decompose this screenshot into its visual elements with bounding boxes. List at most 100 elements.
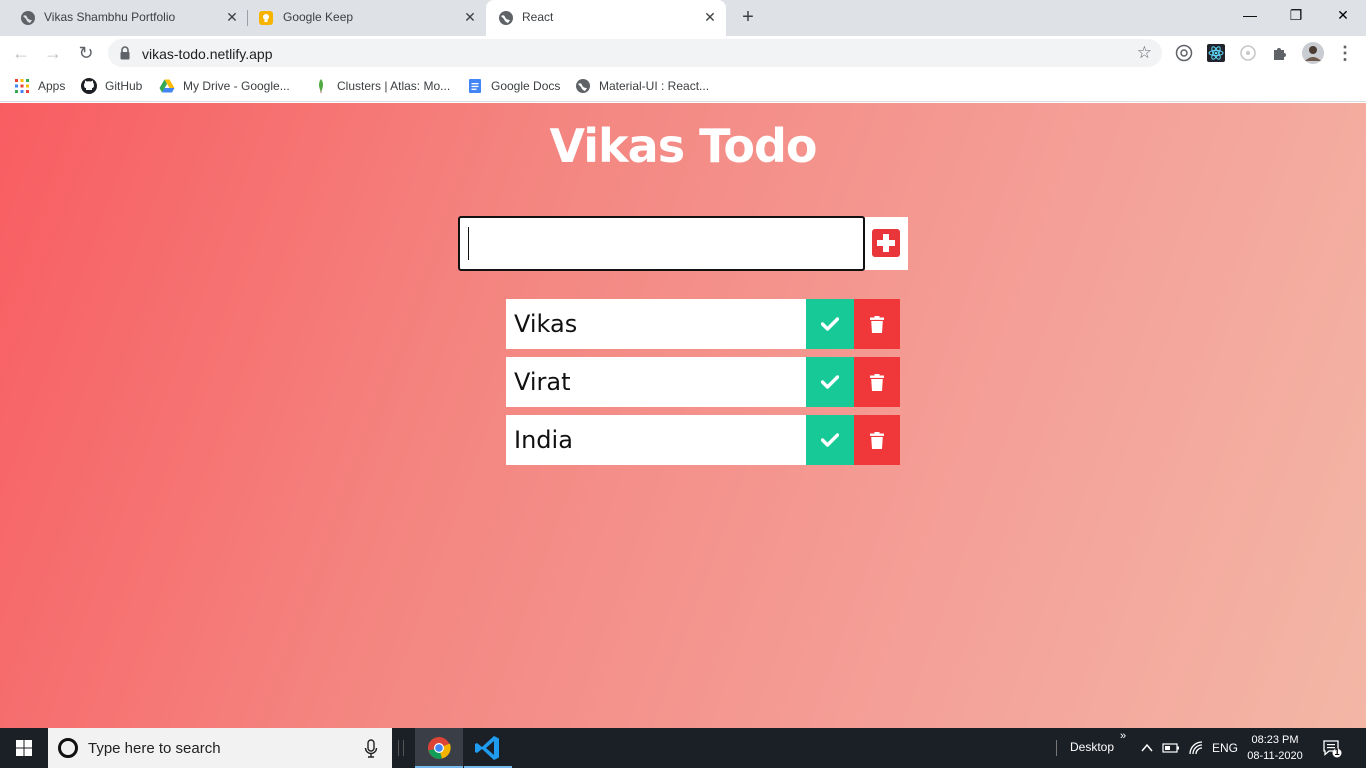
- tab-title: Vikas Shambhu Portfolio: [44, 10, 176, 24]
- globe-icon: [21, 11, 35, 25]
- delete-button[interactable]: [854, 357, 900, 407]
- battery-icon[interactable]: [1162, 741, 1180, 755]
- add-todo-button[interactable]: [865, 217, 908, 270]
- profile-avatar[interactable]: [1302, 42, 1324, 64]
- tab-google-keep[interactable]: Google Keep ✕: [248, 0, 486, 36]
- bookmark-label: Apps: [38, 79, 66, 93]
- bookmark-star-icon[interactable]: ☆: [1137, 44, 1152, 62]
- vscode-icon: [475, 736, 499, 760]
- bookmark-label: My Drive - Google...: [183, 79, 290, 93]
- todo-item: India: [506, 415, 900, 465]
- menu-kebab-icon[interactable]: ⋮: [1334, 42, 1356, 64]
- bookmark-google-docs[interactable]: Google Docs: [467, 76, 560, 96]
- tray-divider: [1056, 740, 1057, 756]
- bookmark-apps[interactable]: Apps: [14, 76, 65, 96]
- notification-count: 1: [1334, 747, 1340, 757]
- action-center-button[interactable]: 1: [1322, 738, 1342, 758]
- reload-icon[interactable]: ↻: [75, 42, 97, 64]
- todo-text: India: [506, 415, 806, 465]
- delete-button[interactable]: [854, 415, 900, 465]
- apps-grid-icon: [15, 79, 29, 93]
- minimize-icon[interactable]: —: [1227, 0, 1273, 30]
- taskbar-separator: [398, 740, 404, 756]
- extension-circle-icon[interactable]: [1175, 44, 1193, 62]
- taskbar-vscode[interactable]: [464, 728, 512, 768]
- trash-icon: [870, 431, 884, 449]
- trash-icon: [870, 315, 884, 333]
- address-bar[interactable]: vikas-todo.netlify.app ☆: [108, 39, 1162, 67]
- todo-text: Vikas: [506, 299, 806, 349]
- taskbar-chrome[interactable]: [415, 728, 463, 768]
- back-arrow-icon[interactable]: ←: [10, 42, 32, 64]
- restore-icon[interactable]: ❐: [1273, 0, 1319, 30]
- plus-square-icon: [872, 229, 900, 257]
- desktop-toolbar-label[interactable]: Desktop: [1070, 740, 1114, 754]
- globe-icon: [576, 79, 590, 93]
- bookmark-my-drive[interactable]: My Drive - Google...: [159, 76, 290, 96]
- bookmark-atlas[interactable]: Clusters | Atlas: Mo...: [313, 76, 450, 96]
- taskbar-search[interactable]: Type here to search: [48, 728, 392, 768]
- check-icon: [821, 317, 839, 331]
- start-button[interactable]: [0, 728, 48, 768]
- system-clock[interactable]: 08:23 PM 08-11-2020: [1240, 732, 1310, 764]
- text-caret: [468, 227, 469, 260]
- clock-date: 08-11-2020: [1247, 750, 1303, 762]
- microphone-icon[interactable]: [364, 739, 378, 759]
- bookmark-material-ui[interactable]: Material-UI : React...: [575, 76, 709, 96]
- bookmark-label: GitHub: [105, 79, 143, 93]
- bookmark-label: Material-UI : React...: [599, 79, 710, 93]
- tab-title: Google Keep: [283, 10, 354, 24]
- tab-title: React: [522, 10, 554, 24]
- tray-separator: [1056, 728, 1057, 768]
- google-docs-icon: [469, 79, 481, 93]
- wifi-icon[interactable]: [1188, 740, 1204, 756]
- check-icon: [821, 433, 839, 447]
- app-title: Vikas Todo: [549, 119, 818, 173]
- toolbar-overflow-icon[interactable]: »: [1120, 730, 1126, 742]
- cortana-circle-icon: [58, 738, 78, 758]
- extensions-puzzle-icon[interactable]: [1271, 44, 1289, 62]
- url-text: vikas-todo.netlify.app: [142, 46, 273, 62]
- language-indicator[interactable]: ENG: [1212, 741, 1238, 755]
- globe-icon: [499, 11, 513, 25]
- google-keep-icon: [259, 11, 273, 25]
- windows-taskbar: Type here to search Desktop » ENG 08:23 …: [0, 728, 1366, 768]
- tab-portfolio[interactable]: Vikas Shambhu Portfolio ✕: [0, 0, 246, 36]
- tab-strip: Vikas Shambhu Portfolio ✕ Google Keep ✕ …: [0, 0, 1366, 36]
- complete-button[interactable]: [806, 415, 854, 465]
- bookmarks-bar: Apps GitHub My Drive - Google... Cluster…: [0, 70, 1366, 102]
- redux-devtools-icon[interactable]: [1239, 44, 1257, 62]
- forward-arrow-icon[interactable]: →: [42, 42, 64, 64]
- search-placeholder: Type here to search: [88, 740, 221, 757]
- check-icon: [821, 375, 839, 389]
- complete-button[interactable]: [806, 299, 854, 349]
- delete-button[interactable]: [854, 299, 900, 349]
- trash-icon: [870, 373, 884, 391]
- browser-toolbar: ← → ↻ vikas-todo.netlify.app ☆ ⋮: [0, 36, 1366, 70]
- google-drive-icon: [159, 79, 175, 93]
- tab-close-icon[interactable]: ✕: [462, 9, 478, 25]
- tab-react[interactable]: React ✕: [486, 0, 726, 36]
- chevron-up-icon[interactable]: [1140, 741, 1154, 755]
- github-icon: [81, 78, 97, 94]
- close-window-icon[interactable]: ✕: [1320, 0, 1366, 30]
- page-viewport: Vikas Todo Vikas Virat India: [0, 103, 1366, 728]
- todo-item: Vikas: [506, 299, 900, 349]
- mongodb-leaf-icon: [319, 79, 323, 93]
- clock-time: 08:23 PM: [1251, 734, 1299, 746]
- chrome-icon: [428, 737, 451, 759]
- todo-item: Virat: [506, 357, 900, 407]
- complete-button[interactable]: [806, 357, 854, 407]
- todo-input[interactable]: [458, 216, 865, 271]
- todo-list: Vikas Virat India: [506, 299, 900, 473]
- tab-close-icon[interactable]: ✕: [224, 9, 240, 25]
- new-tab-button[interactable]: +: [738, 7, 758, 27]
- bookmark-github[interactable]: GitHub: [81, 76, 142, 96]
- tab-close-icon[interactable]: ✕: [702, 9, 718, 25]
- bookmark-label: Google Docs: [491, 79, 561, 93]
- todo-text: Virat: [506, 357, 806, 407]
- react-devtools-icon[interactable]: [1207, 44, 1225, 62]
- lock-icon: [120, 46, 130, 60]
- bookmark-label: Clusters | Atlas: Mo...: [337, 79, 451, 93]
- windows-logo-icon: [16, 740, 32, 756]
